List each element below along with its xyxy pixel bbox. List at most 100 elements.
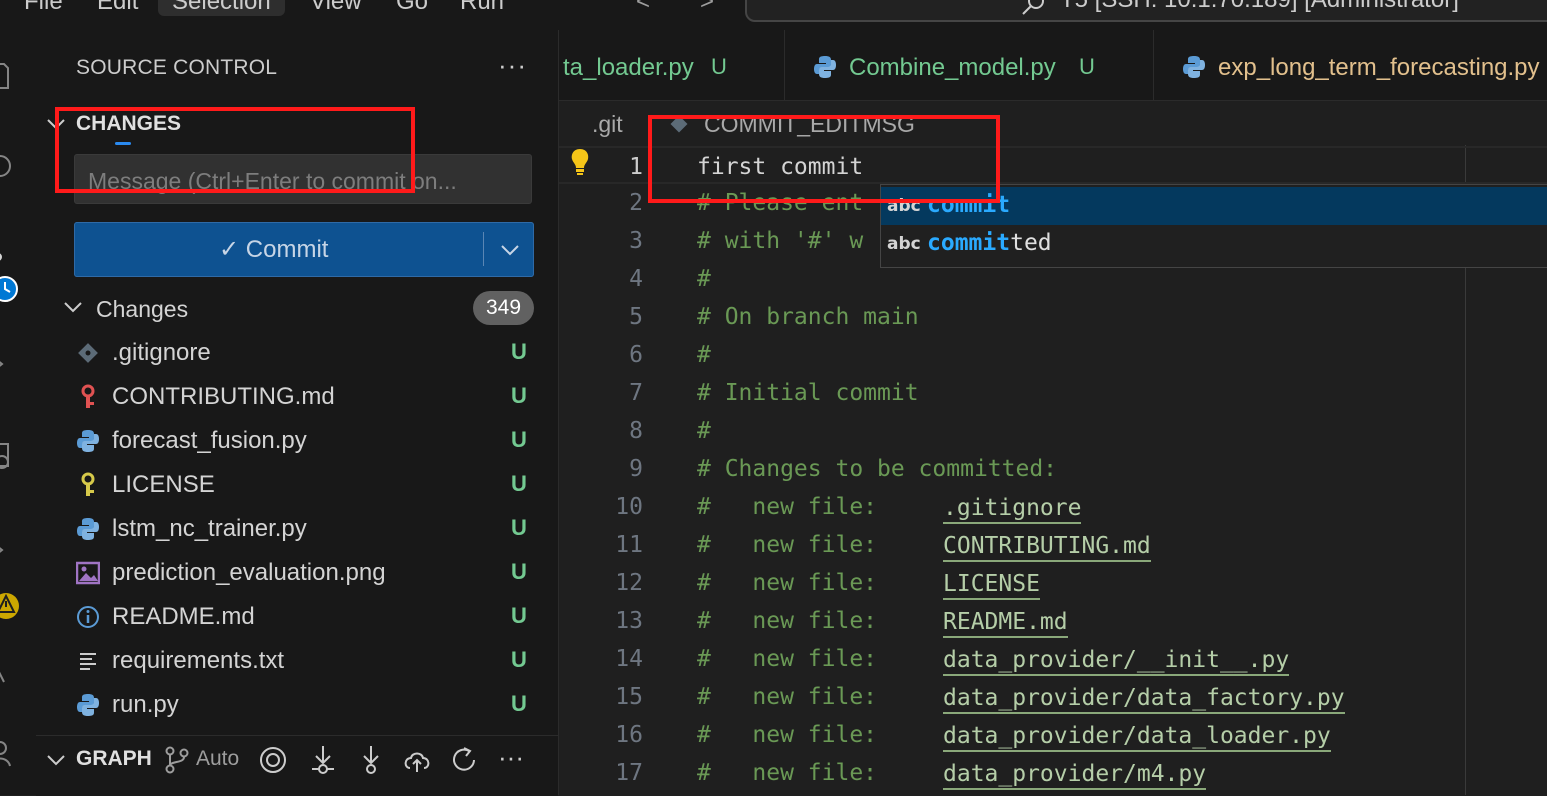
line-text: #: [697, 418, 711, 444]
code-line[interactable]: 5 # On branch main: [559, 298, 1547, 336]
line-text: # new file:: [697, 684, 878, 710]
commit-dropdown-chevron-icon[interactable]: [494, 234, 526, 266]
file-name: forecast_fusion.py: [112, 427, 307, 454]
target-icon[interactable]: [258, 744, 288, 776]
accounts-icon[interactable]: [0, 738, 20, 768]
line-number: 14: [615, 646, 643, 672]
changed-file-row[interactable]: run.py U: [36, 684, 527, 728]
line-number: 1: [629, 154, 643, 180]
file-name: lstm_nc_trainer.py: [112, 515, 307, 542]
code-line[interactable]: 13 # new file: README.md: [559, 602, 1547, 640]
key-icon-red: [81, 384, 95, 408]
line-file-path: data_provider/__init__.py: [943, 646, 1290, 676]
pull-icon[interactable]: [356, 744, 386, 776]
commit-button-separator: [483, 232, 484, 266]
changed-file-row[interactable]: lstm_nc_trainer.py U: [36, 508, 527, 552]
code-line[interactable]: 6 #: [559, 336, 1547, 374]
code-line[interactable]: 10 # new file: .gitignore: [559, 488, 1547, 526]
commit-button[interactable]: ✓ Commit: [74, 222, 534, 277]
tab-status: U: [1079, 54, 1095, 79]
line-number: 10: [615, 494, 643, 520]
file-status: U: [511, 515, 527, 540]
code-line[interactable]: 14 # new file: data_provider/__init__.py: [559, 640, 1547, 678]
line-number: 17: [615, 760, 643, 786]
suggestion-text: committed: [927, 230, 1052, 256]
tab-label: Combine_model.py: [849, 54, 1056, 81]
menu-go[interactable]: Go: [396, 0, 428, 16]
line-number: 8: [629, 418, 643, 444]
run-debug-icon[interactable]: [0, 350, 20, 380]
sidebar-title: SOURCE CONTROL: [76, 56, 278, 79]
changed-file-row[interactable]: prediction_evaluation.png U: [36, 552, 527, 596]
menu-selection[interactable]: Selection: [158, 0, 285, 16]
line-text: # new file:: [697, 532, 878, 558]
line-number: 7: [629, 380, 643, 406]
line-text: # On branch main: [697, 304, 919, 330]
line-text: #: [697, 266, 711, 292]
file-name: prediction_evaluation.png: [112, 559, 386, 586]
cloud-upload-icon[interactable]: [402, 744, 432, 776]
changes-group-label[interactable]: Changes: [96, 296, 188, 323]
info-icon: [77, 606, 99, 628]
menu-file[interactable]: File: [24, 0, 63, 16]
menu-edit[interactable]: Edit: [97, 0, 138, 16]
file-status: U: [511, 603, 527, 628]
line-text: # new file:: [697, 722, 878, 748]
changed-file-row[interactable]: README.md U: [36, 596, 527, 640]
editor-tab-bar: ta_loader.py U Combine_model.py U exp_lo…: [559, 30, 1547, 101]
line-text: # new file:: [697, 760, 878, 786]
graph-section-header: GRAPH Auto ···: [36, 735, 558, 796]
line-text: #: [697, 342, 711, 368]
graph-auto-label[interactable]: Auto: [196, 747, 239, 771]
code-line[interactable]: 16 # new file: data_provider/data_loader.p…: [559, 716, 1547, 754]
code-line[interactable]: 12 # new file: LICENSE: [559, 564, 1547, 602]
file-status: U: [511, 471, 527, 496]
python-icon: [77, 694, 99, 716]
refresh-icon[interactable]: [450, 744, 480, 776]
changed-file-row[interactable]: .gitignore U: [36, 332, 527, 376]
code-line[interactable]: 17 # new file: data_provider/m4.py: [559, 754, 1547, 792]
graph-title[interactable]: GRAPH: [76, 747, 152, 771]
code-line[interactable]: 9 # Changes to be committed:: [559, 450, 1547, 488]
code-line[interactable]: 8 #: [559, 412, 1547, 450]
back-arrow-icon[interactable]: <: [636, 0, 650, 16]
line-text: # Changes to be committed:: [697, 456, 1058, 482]
fetch-icon[interactable]: [308, 744, 338, 776]
code-line[interactable]: 11 # new file: CONTRIBUTING.md: [559, 526, 1547, 564]
line-number: 3: [629, 228, 643, 254]
changed-file-row[interactable]: CONTRIBUTING.md U: [36, 376, 527, 420]
menu-run[interactable]: Run: [460, 0, 504, 16]
explorer-icon[interactable]: [0, 60, 20, 90]
testing-icon[interactable]: [0, 656, 20, 686]
file-status: U: [511, 427, 527, 452]
branch-icon[interactable]: [164, 745, 190, 775]
tab-exp-long-term-forecasting[interactable]: exp_long_term_forecasting.py: [1154, 30, 1547, 100]
line-number: 5: [629, 304, 643, 330]
suggestion-item[interactable]: abc committed: [881, 225, 1547, 263]
changed-file-row[interactable]: LICENSE U: [36, 464, 527, 508]
graph-chevron-down-icon[interactable]: [44, 748, 68, 772]
changes-group-chevron-icon[interactable]: [62, 296, 84, 318]
remote-explorer-icon[interactable]: [0, 442, 20, 472]
graph-more-actions-icon[interactable]: ···: [498, 742, 524, 773]
more-actions-icon[interactable]: ···: [498, 50, 527, 81]
breadcrumb-folder[interactable]: .git: [592, 111, 623, 138]
clock-badge-icon: [0, 276, 18, 302]
warning-badge-icon: [0, 593, 19, 619]
extensions-icon[interactable]: [0, 536, 20, 566]
line-number: 6: [629, 342, 643, 368]
changed-file-row[interactable]: forecast_fusion.py U: [36, 420, 527, 464]
changed-file-row[interactable]: requirements.txt U: [36, 640, 527, 684]
line-text: # Initial commit: [697, 380, 919, 406]
code-line[interactable]: 7 # Initial commit: [559, 374, 1547, 412]
line-text: # new file:: [697, 494, 878, 520]
tab-combine-model[interactable]: Combine_model.py U: [785, 30, 1154, 100]
forward-arrow-icon[interactable]: >: [700, 0, 714, 16]
line-text: # new file:: [697, 608, 878, 634]
file-name: requirements.txt: [112, 647, 285, 674]
search-activity-icon[interactable]: [0, 152, 20, 182]
menu-view[interactable]: View: [310, 0, 362, 16]
python-icon: [814, 56, 836, 78]
code-line[interactable]: 15 # new file: data_provider/data_factory.…: [559, 678, 1547, 716]
tab-data-loader[interactable]: ta_loader.py U: [559, 30, 785, 100]
